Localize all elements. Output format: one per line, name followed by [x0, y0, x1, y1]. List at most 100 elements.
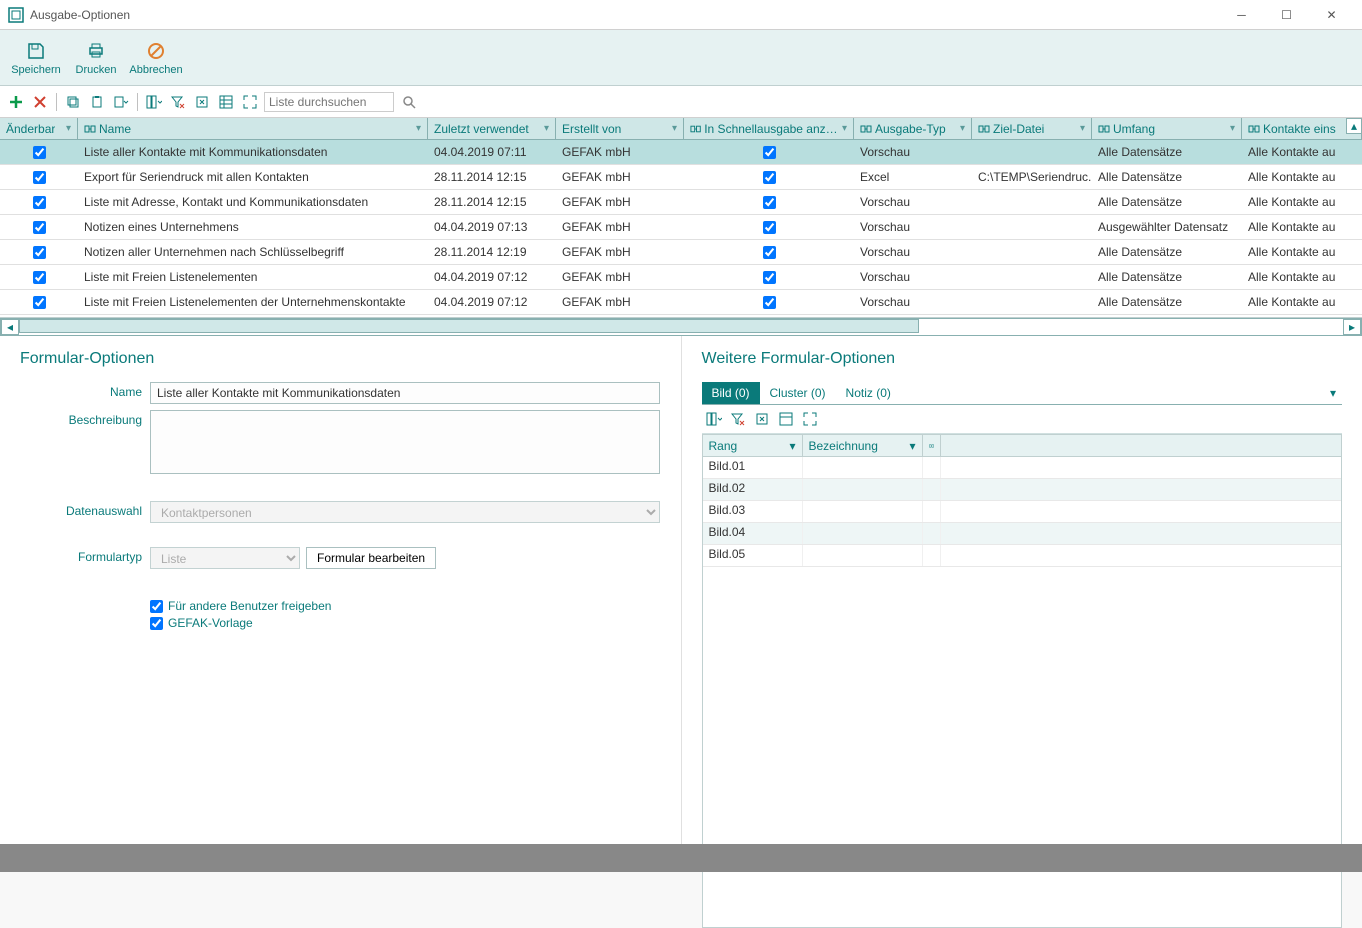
cell-typ: Vorschau [854, 143, 972, 161]
search-icon[interactable] [402, 95, 416, 109]
table-row[interactable]: Notizen aller Unternehmen nach Schlüssel… [0, 240, 1362, 265]
col-name[interactable]: Name▾ [78, 118, 428, 139]
col-schnell[interactable]: In Schnellausgabe anzeig...▾ [684, 118, 854, 139]
cancel-button[interactable]: Abbrechen [126, 31, 186, 85]
maximize-button[interactable]: ☐ [1264, 0, 1309, 30]
cell-ziel: C:\TEMP\Seriendruc... [972, 168, 1092, 186]
columns-button[interactable] [144, 92, 164, 112]
filter-icon[interactable]: ▾ [544, 123, 549, 134]
sub-col-rang[interactable]: Rang▾ [703, 435, 803, 456]
cell-ziel [972, 150, 1092, 154]
scroll-track[interactable] [19, 319, 1343, 335]
filter-icon[interactable]: ▾ [1080, 123, 1085, 134]
filter-icon[interactable]: ▾ [1230, 123, 1235, 134]
scroll-right-button[interactable]: ▸ [1343, 319, 1361, 335]
col-typ[interactable]: Ausgabe-Typ▾ [854, 118, 972, 139]
cell-rang: Bild.05 [703, 545, 803, 566]
beschreibung-input[interactable] [150, 410, 660, 474]
col-erstellt[interactable]: Erstellt von▾ [556, 118, 684, 139]
tab-notiz[interactable]: Notiz (0) [836, 382, 901, 404]
table-row[interactable]: Export für Seriendruck mit allen Kontakt… [0, 165, 1362, 190]
fullscreen-button[interactable] [240, 92, 260, 112]
formulartyp-select[interactable]: Liste [150, 547, 300, 569]
tab-cluster[interactable]: Cluster (0) [760, 382, 836, 404]
schnell-checkbox[interactable] [763, 171, 776, 184]
schnell-checkbox[interactable] [763, 146, 776, 159]
filter-icon[interactable]: ▾ [960, 123, 965, 134]
sub-col-extra[interactable] [923, 435, 941, 456]
aenderbar-checkbox[interactable] [33, 196, 46, 209]
filter-icon[interactable]: ▾ [909, 439, 915, 453]
sub-col-bezeichnung[interactable]: Bezeichnung▾ [803, 435, 923, 456]
table-row[interactable]: Liste mit Adresse, Kontakt und Kommunika… [0, 190, 1362, 215]
share-checkbox[interactable] [150, 600, 163, 613]
aenderbar-checkbox[interactable] [33, 146, 46, 159]
list-item[interactable]: Bild.01 [703, 457, 1342, 479]
scroll-left-button[interactable]: ◂ [1, 319, 19, 335]
horizontal-scrollbar[interactable]: ◂ ▸ [0, 318, 1362, 336]
filter-icon[interactable]: ▾ [66, 123, 71, 134]
clipboard-dropdown[interactable] [111, 92, 131, 112]
name-input[interactable] [150, 382, 660, 404]
schnell-checkbox[interactable] [763, 271, 776, 284]
grid-view-button[interactable] [216, 92, 236, 112]
aenderbar-checkbox[interactable] [33, 171, 46, 184]
export-excel-button[interactable] [192, 92, 212, 112]
print-button[interactable]: Drucken [66, 31, 126, 85]
sub-export-button[interactable] [752, 409, 772, 429]
filter-icon[interactable]: ▾ [789, 439, 795, 453]
table-row[interactable]: Liste mit Freien Listenelementen04.04.20… [0, 265, 1362, 290]
filter-icon[interactable]: ▾ [416, 123, 421, 134]
gefak-checkbox[interactable] [150, 617, 163, 630]
table-row[interactable]: Liste mit Freien Listenelementen der Unt… [0, 290, 1362, 315]
delete-button[interactable] [30, 92, 50, 112]
minimize-button[interactable]: ─ [1219, 0, 1264, 30]
col-kontakte[interactable]: Kontakte eins [1242, 118, 1362, 139]
col-ziel[interactable]: Ziel-Datei▾ [972, 118, 1092, 139]
schnell-checkbox[interactable] [763, 221, 776, 234]
filter-icon[interactable]: ▾ [672, 123, 677, 134]
col-umfang[interactable]: Umfang▾ [1092, 118, 1242, 139]
add-button[interactable] [6, 92, 26, 112]
sub-columns-button[interactable] [704, 409, 724, 429]
cell-extra [923, 479, 941, 500]
list-item[interactable]: Bild.02 [703, 479, 1342, 501]
cell-bezeichnung [803, 523, 923, 544]
table-row[interactable]: Liste aller Kontakte mit Kommunikationsd… [0, 140, 1362, 165]
list-item[interactable]: Bild.03 [703, 501, 1342, 523]
search-input[interactable] [264, 92, 394, 112]
list-item[interactable]: Bild.05 [703, 545, 1342, 567]
col-zuletzt[interactable]: Zuletzt verwendet▾ [428, 118, 556, 139]
save-button[interactable]: Speichern [6, 31, 66, 85]
relation-icon [1248, 123, 1260, 135]
formular-bearbeiten-button[interactable]: Formular bearbeiten [306, 547, 436, 569]
datenauswahl-select[interactable]: Kontaktpersonen [150, 501, 660, 523]
sub-grid-button[interactable] [776, 409, 796, 429]
list-item[interactable]: Bild.04 [703, 523, 1342, 545]
close-button[interactable]: ✕ [1309, 0, 1354, 30]
sub-filter-clear-button[interactable] [728, 409, 748, 429]
schnell-checkbox[interactable] [763, 296, 776, 309]
col-aenderbar[interactable]: Änderbar▾ [0, 118, 78, 139]
scroll-thumb[interactable] [19, 319, 919, 333]
aenderbar-checkbox[interactable] [33, 271, 46, 284]
aenderbar-checkbox[interactable] [33, 221, 46, 234]
ribbon-toolbar: Speichern Drucken Abbrechen [0, 30, 1362, 86]
schnell-checkbox[interactable] [763, 196, 776, 209]
aenderbar-checkbox[interactable] [33, 246, 46, 259]
table-row[interactable]: Notizen eines Unternehmens04.04.2019 07:… [0, 215, 1362, 240]
sub-fullscreen-button[interactable] [800, 409, 820, 429]
left-panel-title: Formular-Optionen [20, 350, 661, 368]
tab-dropdown-icon[interactable]: ▾ [1324, 386, 1342, 400]
paste-button[interactable] [87, 92, 107, 112]
tab-bild[interactable]: Bild (0) [702, 382, 760, 404]
filter-icon[interactable]: ▾ [842, 123, 847, 134]
aenderbar-checkbox[interactable] [33, 296, 46, 309]
cell-extra [923, 545, 941, 566]
cell-erstellt: GEFAK mbH [556, 193, 684, 211]
filter-clear-button[interactable] [168, 92, 188, 112]
scroll-up-button[interactable]: ▴ [1346, 118, 1362, 134]
schnell-checkbox[interactable] [763, 246, 776, 259]
cell-erstellt: GEFAK mbH [556, 293, 684, 311]
copy-button[interactable] [63, 92, 83, 112]
